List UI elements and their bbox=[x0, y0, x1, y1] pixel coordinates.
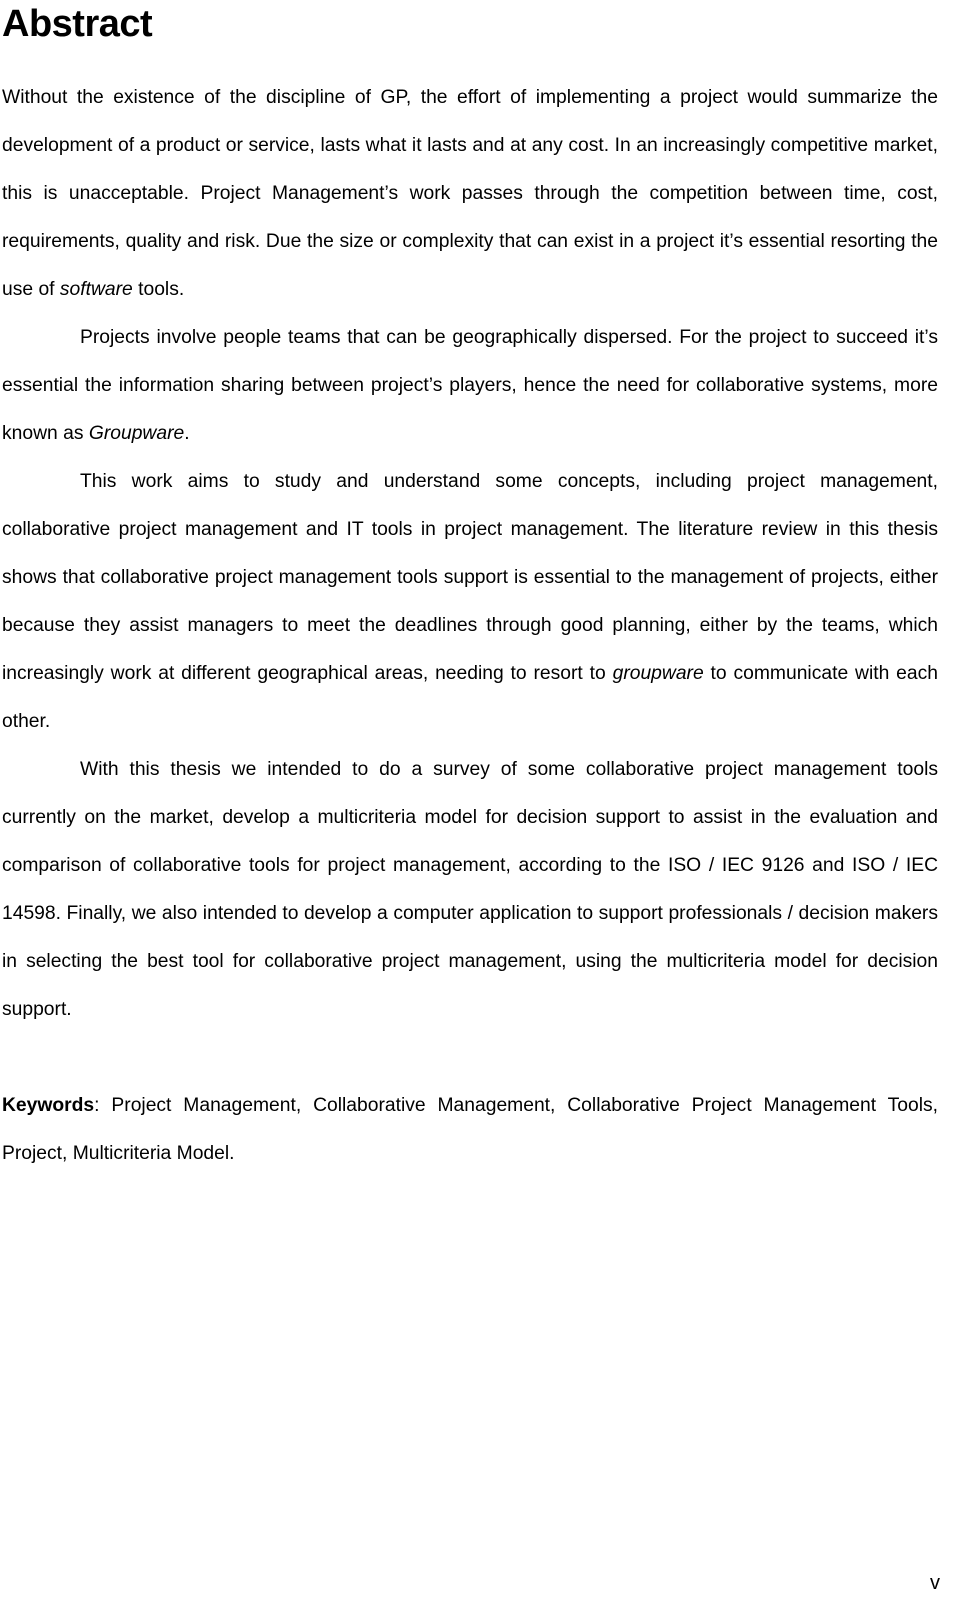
page-content: Abstract Without the existence of the di… bbox=[2, 0, 938, 1178]
abstract-paragraph-4: With this thesis we intended to do a sur… bbox=[2, 746, 938, 1034]
keywords-label: Keywords bbox=[2, 1095, 95, 1116]
page-title: Abstract bbox=[2, 3, 153, 45]
abstract-paragraph-3: This work aims to study and understand s… bbox=[2, 458, 938, 746]
page-number: v bbox=[930, 1572, 940, 1594]
text-run: With this thesis we intended to do a sur… bbox=[2, 759, 938, 1020]
text-run: This work aims to study and understand s… bbox=[2, 471, 938, 684]
document-page: Abstract Without the existence of the di… bbox=[0, 0, 960, 1609]
text-run: . bbox=[184, 423, 190, 444]
emphasis-run: Groupware bbox=[88, 423, 185, 444]
abstract-paragraph-2: Projects involve people teams that can b… bbox=[2, 314, 938, 458]
keywords-block: Keywords: Project Management, Collaborat… bbox=[2, 1082, 938, 1178]
keywords-values: Project Management, Collaborative Manage… bbox=[2, 1095, 939, 1164]
abstract-body: Without the existence of the discipline … bbox=[2, 74, 938, 1034]
emphasis-run: software bbox=[59, 279, 133, 300]
keywords-line: Keywords: Project Management, Collaborat… bbox=[2, 1082, 938, 1178]
text-run: tools. bbox=[132, 279, 185, 300]
abstract-paragraph-1: Without the existence of the discipline … bbox=[2, 74, 938, 314]
text-run: Without the existence of the discipline … bbox=[2, 87, 938, 300]
keywords-separator: : bbox=[94, 1095, 112, 1116]
emphasis-run: groupware bbox=[612, 663, 704, 684]
